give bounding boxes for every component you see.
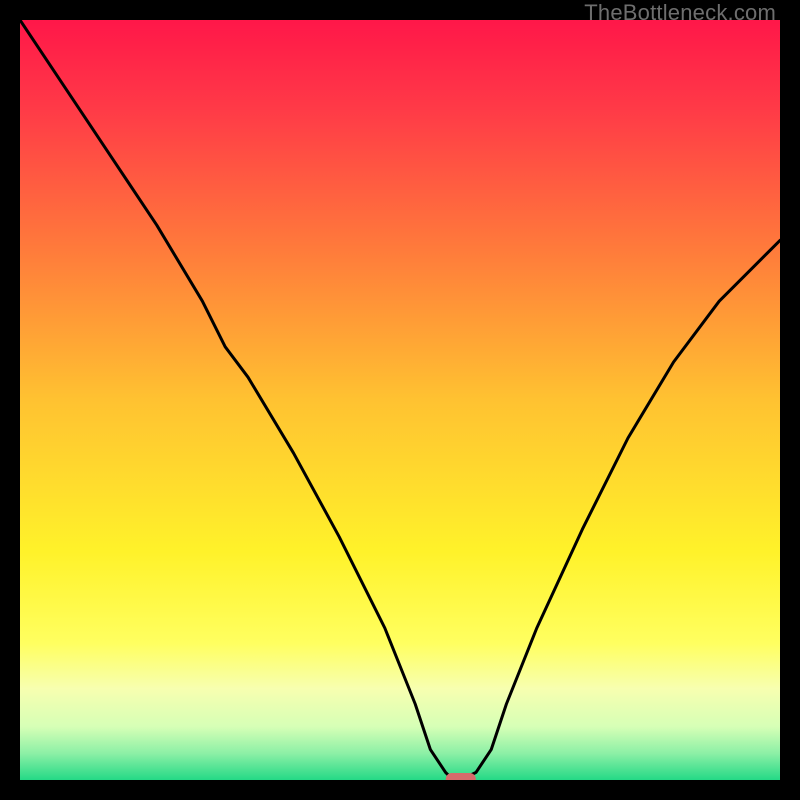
bottleneck-chart xyxy=(20,20,780,780)
optimal-point-marker xyxy=(446,773,476,780)
chart-frame xyxy=(20,20,780,780)
